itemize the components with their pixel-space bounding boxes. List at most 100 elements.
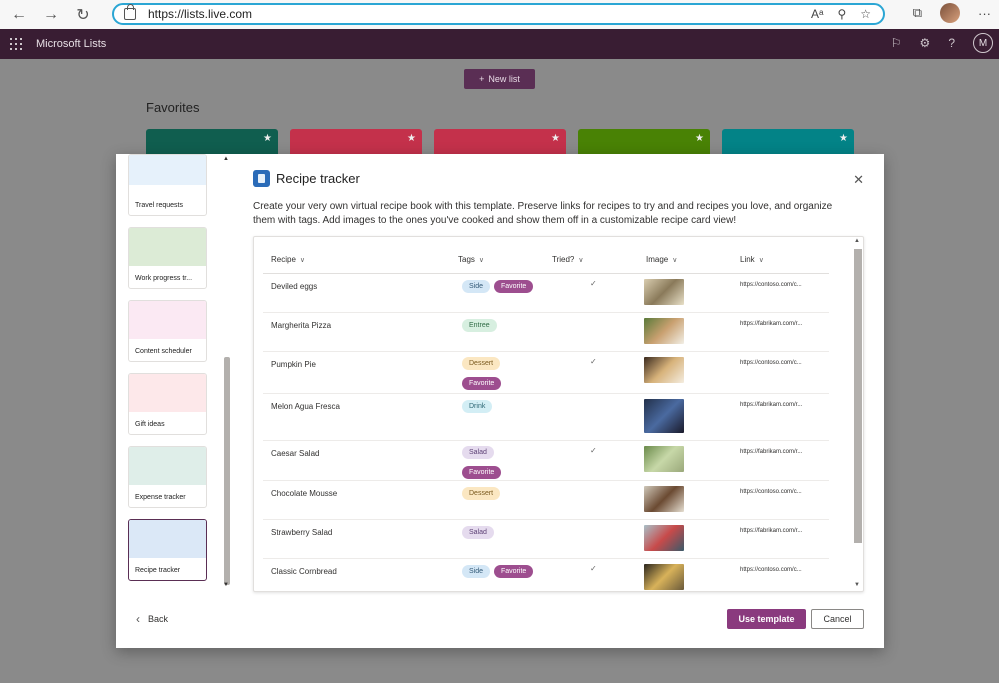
table-row: Melon Agua Fresca Drink https://fabrikam.c…: [263, 394, 829, 441]
chevron-left-icon: ‹: [136, 612, 140, 626]
read-aloud-icon[interactable]: Aᵃ: [811, 7, 823, 21]
template-list-scrollbar[interactable]: ▲ ▼: [222, 154, 230, 592]
template-card[interactable]: Content scheduler: [128, 300, 207, 362]
template-modal: ▲ ▼ Travel requests Work progress tr... Co…: [116, 154, 884, 648]
column-header-label: Recipe: [271, 255, 296, 264]
recipe-name: Pumpkin Pie: [271, 360, 316, 369]
template-description: Create your very own virtual recipe book…: [253, 201, 833, 226]
checkmark-icon: ✓: [590, 279, 597, 288]
table-row: Chocolate Mousse Dessert https://contoso.c…: [263, 481, 829, 520]
recipe-name: Deviled eggs: [271, 282, 318, 291]
column-header[interactable]: Recipe ∨: [271, 255, 305, 264]
profile-icon[interactable]: [940, 3, 960, 23]
app-title[interactable]: Microsoft Lists: [36, 38, 106, 50]
chevron-down-icon: ∨: [672, 257, 678, 264]
column-header-label: Tags: [458, 255, 475, 264]
refresh-icon[interactable]: ↻: [70, 4, 96, 26]
clipboard-icon: [253, 170, 270, 187]
chevron-down-icon: ∨: [578, 257, 584, 264]
plus-icon: +: [479, 74, 485, 84]
recipe-link[interactable]: https://contoso.com/c...: [740, 489, 802, 495]
back-button[interactable]: ‹ Back: [136, 612, 168, 626]
template-card-label: Expense tracker: [135, 494, 186, 501]
table-row: Pumpkin Pie Dessert Favorite ✓ https://conto…: [263, 352, 829, 394]
cancel-button[interactable]: Cancel: [811, 609, 864, 629]
recipe-name: Classic Cornbread: [271, 567, 337, 576]
scroll-down-icon[interactable]: ▼: [223, 582, 229, 588]
template-card[interactable]: Travel requests: [128, 154, 207, 216]
preview-scrollbar[interactable]: ▲ ▼: [851, 237, 863, 591]
template-card[interactable]: Recipe tracker: [128, 519, 207, 581]
scroll-up-icon[interactable]: ▲: [223, 156, 229, 162]
template-thumbnail: [129, 228, 206, 266]
column-header-label: Image: [646, 255, 669, 264]
settings-icon[interactable]: ⚙: [920, 36, 931, 50]
template-card-label: Recipe tracker: [135, 567, 181, 574]
template-card-label: Gift ideas: [135, 421, 165, 428]
column-header[interactable]: Image ∨: [646, 255, 677, 264]
column-header[interactable]: Link ∨: [740, 255, 764, 264]
favorites-add-icon[interactable]: ☆: [860, 7, 871, 21]
back-icon[interactable]: ←: [6, 4, 32, 26]
recipe-link[interactable]: https://fabrikam.com/r...: [740, 402, 802, 408]
scroll-down-icon[interactable]: ▼: [854, 582, 860, 588]
star-icon[interactable]: ★: [407, 133, 416, 144]
waffle-icon[interactable]: [10, 38, 22, 50]
chevron-down-icon: ∨: [758, 257, 764, 264]
recipe-link[interactable]: https://fabrikam.com/r...: [740, 449, 802, 455]
address-bar[interactable]: https://lists.live.com Aᵃ ⚲ ☆: [112, 3, 885, 25]
recipe-name: Chocolate Mousse: [271, 489, 338, 498]
scroll-thumb[interactable]: [224, 357, 230, 585]
recipe-image: [644, 279, 684, 305]
help-icon[interactable]: ?: [948, 36, 955, 50]
template-thumbnail: [129, 374, 206, 412]
table-row: Margherita Pizza Entree https://fabrikam.c…: [263, 313, 829, 352]
recipe-image: [644, 564, 684, 590]
feedback-icon[interactable]: ⚐: [891, 36, 902, 50]
star-icon[interactable]: ★: [263, 133, 272, 144]
close-icon[interactable]: ✕: [853, 172, 864, 188]
recipe-link[interactable]: https://contoso.com/c...: [740, 282, 802, 288]
template-header: Recipe tracker: [253, 170, 360, 187]
recipe-link[interactable]: https://contoso.com/c...: [740, 360, 802, 366]
checkmark-icon: ✓: [590, 564, 597, 573]
zoom-icon[interactable]: ⚲: [837, 7, 846, 21]
column-header[interactable]: Tags ∨: [458, 255, 484, 264]
more-icon[interactable]: ···: [978, 6, 991, 21]
template-card-label: Work progress tr...: [135, 275, 193, 282]
forward-icon[interactable]: →: [38, 4, 64, 26]
template-card[interactable]: Expense tracker: [128, 446, 207, 508]
scroll-thumb[interactable]: [854, 249, 862, 543]
recipe-link[interactable]: https://fabrikam.com/r...: [740, 321, 802, 327]
use-template-button[interactable]: Use template: [727, 609, 806, 629]
template-card[interactable]: Work progress tr...: [128, 227, 207, 289]
recipe-image: [644, 486, 684, 512]
table-row: Classic Cornbread Side Favorite ✓ https://co…: [263, 559, 829, 591]
app-header: Microsoft Lists ⚐ ⚙ ? M: [0, 29, 999, 59]
recipe-image: [644, 446, 684, 472]
template-preview-table: ▲ ▼ Recipe ∨ Tags ∨ Tried? ∨ Image ∨ Link ∨ Devile…: [253, 236, 864, 592]
recipe-link[interactable]: https://contoso.com/c...: [740, 567, 802, 573]
tag-badge: Dessert: [462, 357, 501, 370]
scroll-up-icon[interactable]: ▲: [854, 238, 860, 244]
recipe-name: Strawberry Salad: [271, 528, 333, 537]
star-icon[interactable]: ★: [695, 133, 704, 144]
star-icon[interactable]: ★: [551, 133, 560, 144]
new-list-label: New list: [488, 74, 520, 84]
recipe-name: Caesar Salad: [271, 449, 320, 458]
template-thumbnail: [129, 520, 206, 558]
recipe-link[interactable]: https://fabrikam.com/r...: [740, 528, 802, 534]
collections-icon[interactable]: ⧉: [913, 5, 922, 21]
template-thumbnail: [129, 155, 206, 185]
tag-badge: Favorite: [494, 565, 534, 578]
avatar[interactable]: M: [973, 33, 993, 53]
chevron-down-icon: ∨: [299, 257, 306, 264]
lock-icon: [124, 4, 136, 20]
new-list-button[interactable]: + New list: [464, 69, 535, 89]
checkmark-icon: ✓: [590, 446, 597, 455]
star-icon[interactable]: ★: [839, 133, 848, 144]
recipe-image: [644, 525, 684, 551]
column-header[interactable]: Tried? ∨: [552, 255, 584, 264]
template-card-label: Travel requests: [135, 202, 183, 209]
template-card[interactable]: Gift ideas: [128, 373, 207, 435]
